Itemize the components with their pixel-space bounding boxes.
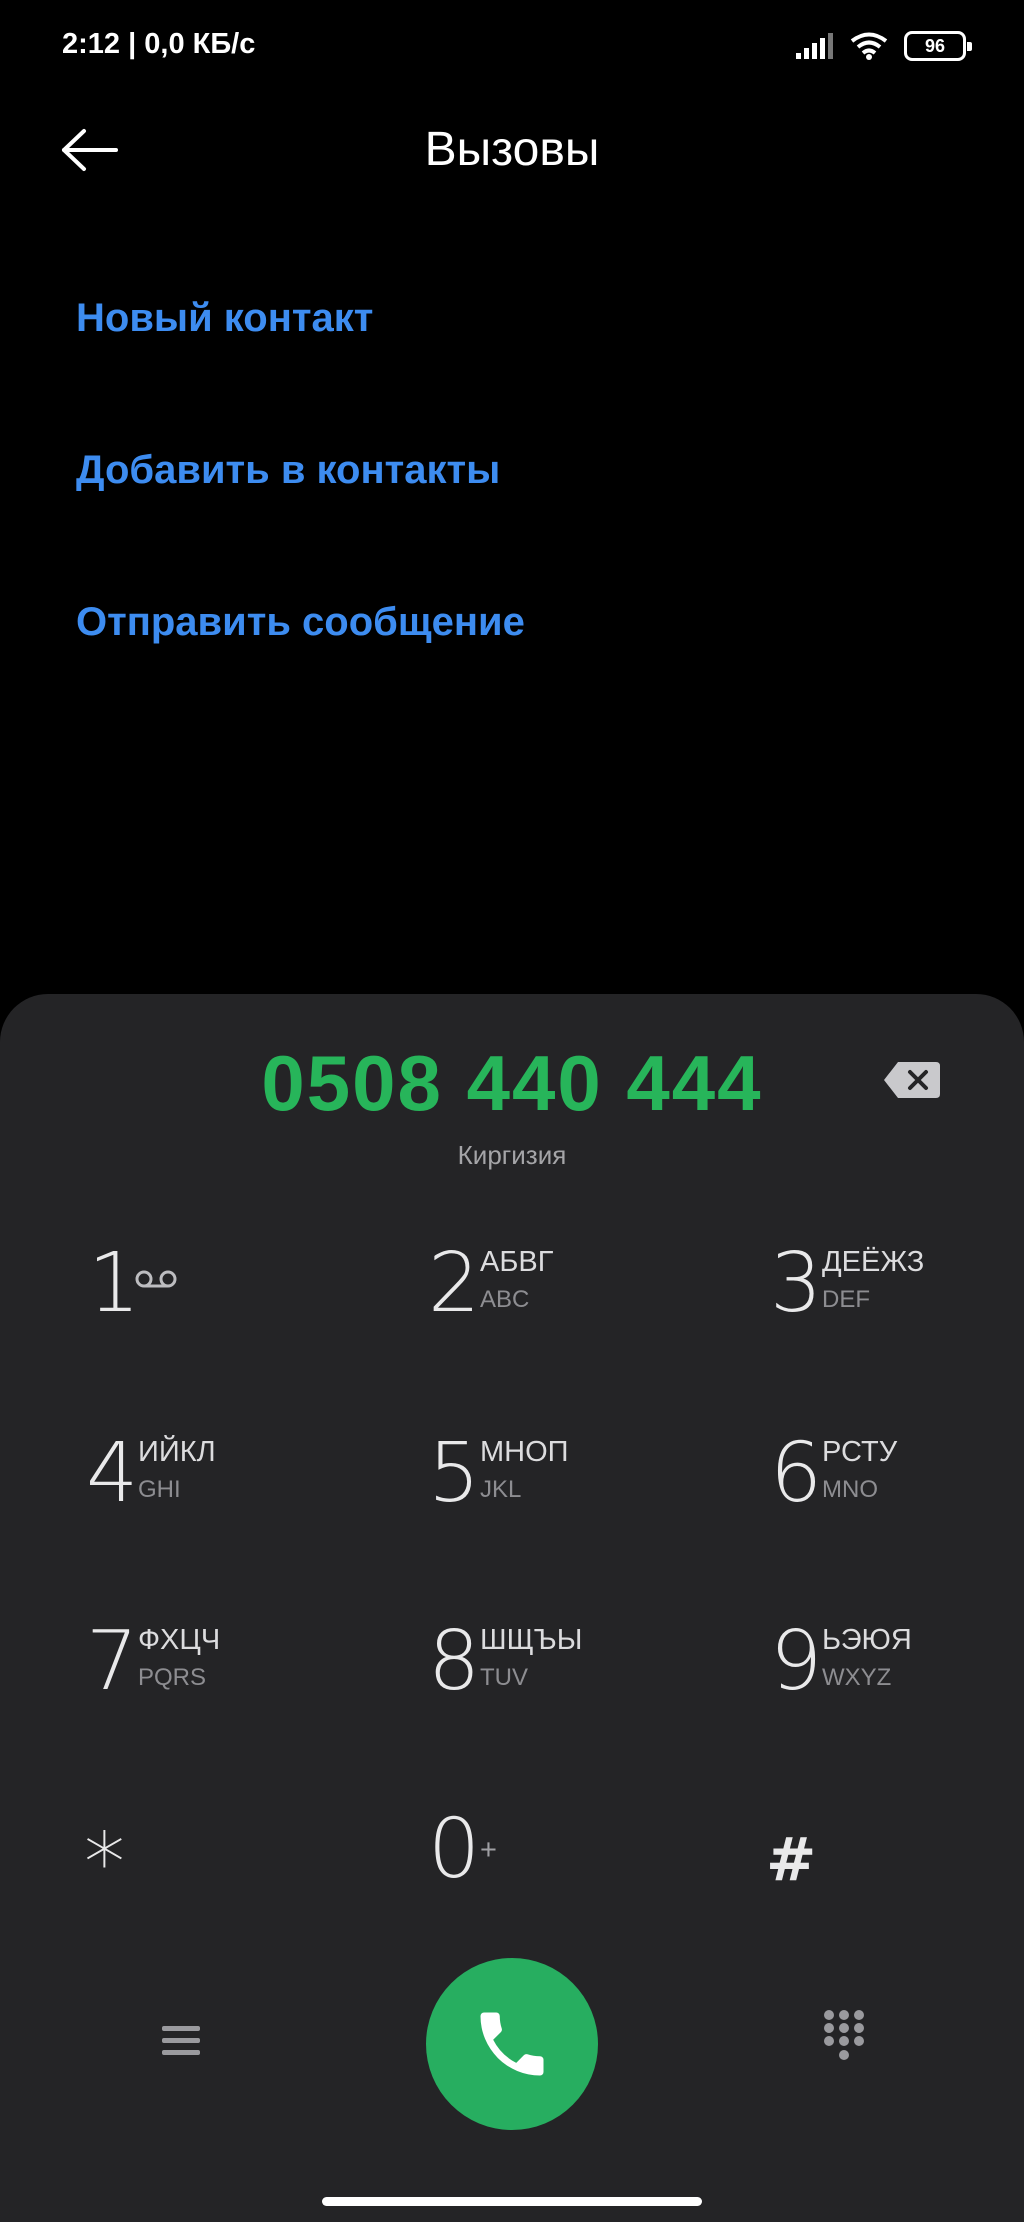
key-digit: 5 bbox=[428, 1426, 481, 1521]
wifi-icon bbox=[850, 32, 888, 60]
key-8[interactable]: 8 ШЩЪЫ TUV bbox=[428, 1602, 688, 1732]
backspace-icon bbox=[884, 1062, 940, 1098]
key-3[interactable]: 3 ДЕЁЖЗ DEF bbox=[770, 1224, 1024, 1354]
key-star[interactable]: * bbox=[84, 1790, 344, 1920]
key-hash[interactable]: # bbox=[766, 1790, 1024, 1920]
battery-level: 96 bbox=[924, 35, 946, 56]
dialer-actions bbox=[0, 1950, 1024, 2150]
key-1[interactable]: 1 bbox=[88, 1224, 348, 1354]
key-letters-lat: GHI bbox=[138, 1476, 181, 1503]
number-region: Киргизия bbox=[457, 1140, 567, 1170]
key-4[interactable]: 4 ИЙКЛ GHI bbox=[86, 1414, 346, 1544]
key-plus: + bbox=[480, 1834, 497, 1866]
key-letters-lat: ABC bbox=[480, 1286, 530, 1313]
key-digit: # bbox=[766, 1825, 817, 1895]
send-message-link[interactable]: Отправить сообщение bbox=[76, 584, 956, 736]
menu-button[interactable] bbox=[160, 2020, 202, 2062]
number-options: Новый контакт Добавить в контакты Отправ… bbox=[76, 280, 956, 736]
home-indicator[interactable] bbox=[322, 2197, 702, 2206]
key-2[interactable]: 2 АБВГ ABC bbox=[428, 1224, 688, 1354]
key-letters-cyr: АБВГ bbox=[480, 1246, 554, 1278]
battery-icon: 96 bbox=[904, 31, 972, 61]
key-5[interactable]: 5 МНОП JKL bbox=[428, 1414, 688, 1544]
key-digit: 8 bbox=[428, 1614, 481, 1709]
app-header: Вызовы bbox=[0, 100, 1024, 200]
key-letters-lat: PQRS bbox=[138, 1664, 207, 1691]
key-letters-lat: TUV bbox=[480, 1664, 528, 1691]
phone-icon bbox=[480, 2012, 544, 2076]
phone-screen: 2:12 | 0,0 КБ/с 96 Вызовы Новый контакт … bbox=[0, 0, 1024, 2222]
key-digit: 2 bbox=[428, 1236, 481, 1331]
key-digit: 3 bbox=[770, 1236, 823, 1331]
key-9[interactable]: 9 ЬЭЮЯ WXYZ bbox=[770, 1602, 1024, 1732]
key-0[interactable]: 0 + bbox=[428, 1790, 688, 1920]
key-letters-lat: WXYZ bbox=[822, 1664, 892, 1691]
page-title: Вызовы bbox=[424, 123, 600, 176]
key-letters-cyr: ШЩЪЫ bbox=[480, 1624, 583, 1656]
key-letters-cyr: МНОП bbox=[480, 1436, 569, 1468]
key-letters-cyr: ФХЦЧ bbox=[138, 1624, 221, 1656]
dialpad-toggle-button[interactable] bbox=[822, 2008, 866, 2062]
status-time: 2:12 | 0,0 КБ/с bbox=[62, 28, 256, 60]
key-digit: 9 bbox=[770, 1614, 823, 1709]
key-letters-cyr: РСТУ bbox=[822, 1436, 898, 1468]
new-contact-link[interactable]: Новый контакт bbox=[76, 280, 956, 432]
add-to-contacts-link[interactable]: Добавить в контакты bbox=[76, 432, 956, 584]
key-digit: 4 bbox=[86, 1426, 139, 1521]
status-icons: 96 bbox=[796, 28, 972, 64]
dialpad-icon bbox=[824, 2010, 864, 2060]
key-letters-lat: DEF bbox=[822, 1286, 870, 1313]
menu-icon bbox=[162, 2026, 200, 2055]
key-digit: * bbox=[84, 1816, 125, 1911]
key-digit: 1 bbox=[88, 1236, 141, 1331]
call-button[interactable] bbox=[426, 1958, 598, 2130]
key-6[interactable]: 6 РСТУ MNO bbox=[770, 1414, 1024, 1544]
key-digit: 6 bbox=[770, 1426, 823, 1521]
status-bar: 2:12 | 0,0 КБ/с 96 bbox=[0, 0, 1024, 90]
key-digit: 0 bbox=[428, 1802, 481, 1897]
key-letters-lat: MNO bbox=[822, 1476, 878, 1503]
dialer-panel: 0508 440 444 Киргизия 1 2 АБВГ ABC 3 ДЕЁ… bbox=[0, 994, 1024, 2222]
dialed-number: 0508 440 444 bbox=[261, 1039, 763, 1127]
key-letters-cyr: ЬЭЮЯ bbox=[822, 1624, 912, 1656]
backspace-button[interactable] bbox=[882, 1060, 942, 1100]
signal-icon bbox=[796, 33, 833, 59]
voicemail-icon bbox=[135, 1270, 177, 1288]
key-7[interactable]: 7 ФХЦЧ PQRS bbox=[86, 1602, 346, 1732]
key-letters-lat: JKL bbox=[480, 1476, 522, 1503]
key-letters-cyr: ИЙКЛ bbox=[138, 1436, 216, 1468]
key-letters-cyr: ДЕЁЖЗ bbox=[822, 1246, 925, 1278]
key-digit: 7 bbox=[86, 1614, 139, 1709]
